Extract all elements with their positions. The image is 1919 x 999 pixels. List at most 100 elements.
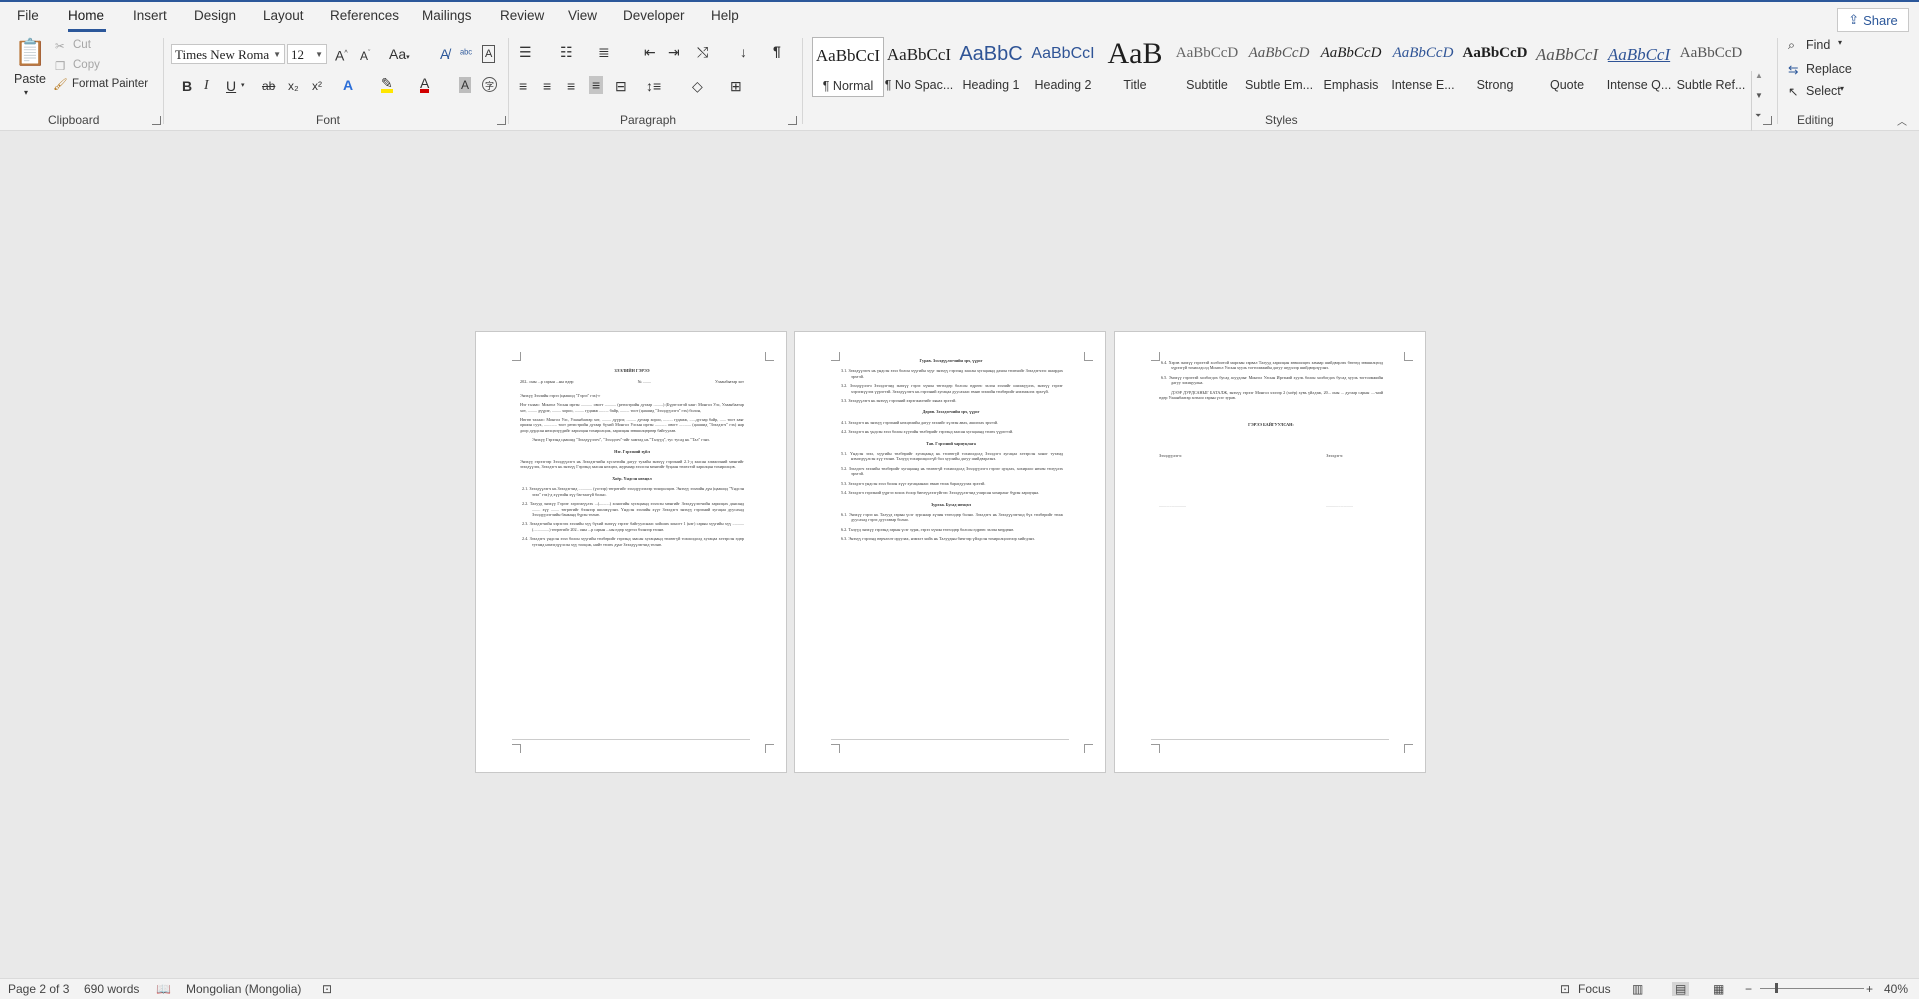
justify-icon[interactable]: ≡ [589, 76, 604, 94]
tab-developer[interactable]: Developer [623, 8, 685, 23]
distributed-icon[interactable]: ⊟ [615, 78, 627, 94]
phonetic-guide-icon[interactable]: ᵃᵇᶜ [460, 46, 472, 62]
copy-button[interactable]: Copy [73, 59, 100, 71]
text-effects-icon[interactable]: A [343, 77, 353, 93]
chevron-down-icon[interactable]: ▼ [1755, 91, 1763, 100]
document-page-3[interactable]: 6.4. Хэрэв энэхүү гэрээтэй холбоотой мар… [1114, 331, 1426, 773]
tab-view[interactable]: View [568, 8, 597, 23]
subscript-button[interactable]: x₂ [288, 78, 299, 94]
character-shading-icon[interactable]: A [459, 77, 472, 93]
tab-file[interactable]: File [17, 8, 39, 23]
multilevel-list-icon[interactable]: ≣ [598, 44, 610, 60]
accessibility-icon[interactable]: ⊡ [322, 982, 332, 996]
select-button[interactable]: Select [1806, 84, 1841, 98]
crop-mark [512, 352, 521, 361]
align-right-icon[interactable]: ≡ [567, 78, 575, 94]
style-name: Title [1123, 78, 1147, 92]
clear-formatting-icon[interactable]: A̸ [440, 46, 449, 62]
line-spacing-icon[interactable]: ↕≡ [646, 78, 661, 94]
clause: 6.1. Энэхүү гэрээ нь Талууд гарын үсэг з… [841, 511, 1063, 523]
paragraph-launcher-icon[interactable] [788, 116, 797, 125]
tab-design[interactable]: Design [194, 8, 236, 23]
style-intense-quote[interactable]: AaBbCcI Intense Q... [1604, 37, 1674, 95]
style-normal[interactable]: AaBbCcI ¶ Normal [812, 37, 884, 97]
replace-button[interactable]: Replace [1806, 62, 1852, 76]
style-title[interactable]: AaB Title [1100, 37, 1170, 95]
superscript-button[interactable]: x² [312, 78, 322, 94]
paste-button[interactable]: Paste [14, 72, 46, 86]
style-subtle-reference[interactable]: AaBbCcD Subtle Ref... [1676, 37, 1746, 95]
format-painter-button[interactable]: Format Painter [72, 78, 148, 90]
collapse-ribbon-icon[interactable]: ︿ [1897, 113, 1907, 128]
language-indicator[interactable]: Mongolian (Mongolia) [186, 982, 301, 996]
web-layout-icon[interactable]: ▦ [1713, 982, 1724, 996]
style-quote[interactable]: AaBbCcI Quote [1532, 37, 1602, 95]
bold-button[interactable]: B [182, 78, 192, 94]
bullets-icon[interactable]: ☰ [519, 44, 532, 60]
document-page-2[interactable]: Гурав. Зээлдүүлэгчийн эрх, үүрэг 3.1. Зэ… [794, 331, 1106, 773]
font-size-select[interactable]: 12 ▼ [287, 44, 327, 64]
style-strong[interactable]: AaBbCcD Strong [1460, 37, 1530, 95]
more-styles-icon[interactable]: ⏷ [1755, 111, 1761, 121]
tab-home[interactable]: Home [68, 8, 104, 23]
zoom-level[interactable]: 40% [1884, 982, 1908, 996]
find-button[interactable]: Find [1806, 38, 1830, 52]
paste-dropdown-icon[interactable]: ▾ [24, 88, 28, 97]
borders-icon[interactable]: ⊞ [730, 78, 742, 94]
style-heading-1[interactable]: AaBbC Heading 1 [956, 37, 1026, 95]
font-color-icon[interactable]: A [420, 76, 430, 93]
highlight-icon[interactable]: ✎ [381, 76, 393, 93]
chevron-up-icon[interactable]: ▲ [1755, 71, 1763, 80]
italic-button[interactable]: I [204, 78, 209, 94]
shrink-font-icon[interactable]: Aˇ [360, 46, 370, 64]
tab-mailings[interactable]: Mailings [422, 8, 472, 23]
read-mode-icon[interactable]: ▥ [1632, 982, 1643, 996]
focus-button[interactable]: Focus [1578, 982, 1611, 996]
strikethrough-button[interactable]: ab [262, 78, 275, 94]
zoom-in-icon[interactable]: + [1866, 982, 1873, 996]
word-count[interactable]: 690 words [84, 982, 139, 996]
style-intense-emphasis[interactable]: AaBbCcD Intense E... [1388, 37, 1458, 95]
proofing-icon[interactable]: 📖 [156, 982, 171, 996]
enclose-characters-icon[interactable]: 字 [482, 77, 497, 92]
tab-review[interactable]: Review [500, 8, 544, 23]
page-count[interactable]: Page 2 of 3 [8, 982, 69, 996]
chevron-down-icon[interactable]: ▾ [241, 78, 245, 94]
sort-icon[interactable]: ↓ [740, 44, 747, 60]
chevron-down-icon[interactable]: ▾ [1838, 38, 1842, 47]
shading-icon[interactable]: ◇ [692, 78, 703, 94]
tab-references[interactable]: References [330, 8, 399, 23]
tab-layout[interactable]: Layout [263, 8, 304, 23]
style-subtitle[interactable]: AaBbCcD Subtitle [1172, 37, 1242, 95]
cut-button[interactable]: Cut [73, 39, 91, 51]
style-subtle-emphasis[interactable]: AaBbCcD Subtle Em... [1244, 37, 1314, 95]
zoom-out-icon[interactable]: − [1745, 982, 1752, 996]
align-center-icon[interactable]: ≡ [543, 78, 551, 94]
style-heading-2[interactable]: AaBbCcI Heading 2 [1028, 37, 1098, 95]
styles-launcher-icon[interactable] [1763, 116, 1772, 125]
change-case-button[interactable]: Aa▾ [389, 46, 410, 66]
character-border-icon[interactable]: A [482, 45, 496, 63]
style-emphasis[interactable]: AaBbCcD Emphasis [1316, 37, 1386, 95]
numbering-icon[interactable]: ☷ [560, 44, 573, 60]
paste-icon[interactable]: 📋 [14, 38, 46, 66]
grow-font-icon[interactable]: A^ [335, 46, 348, 64]
tab-help[interactable]: Help [711, 8, 739, 23]
show-formatting-icon[interactable]: ¶ [773, 43, 781, 59]
underline-button[interactable]: U [226, 78, 236, 94]
clipboard-launcher-icon[interactable] [152, 116, 161, 125]
text-direction-icon[interactable]: ⤭ [697, 44, 708, 60]
tab-insert[interactable]: Insert [133, 8, 167, 23]
align-left-icon[interactable]: ≡ [519, 78, 527, 94]
font-launcher-icon[interactable] [497, 116, 506, 125]
share-button[interactable]: ⇪ Share [1837, 8, 1909, 32]
decrease-indent-icon[interactable]: ⇤ [644, 44, 656, 60]
chevron-down-icon[interactable]: ▾ [1840, 84, 1844, 93]
zoom-slider-thumb[interactable] [1775, 983, 1778, 993]
section-heading: Хоёр. Үндсэн нөхцөл [612, 475, 652, 481]
print-layout-icon[interactable]: ▤ [1672, 982, 1690, 996]
increase-indent-icon[interactable]: ⇥ [668, 44, 680, 60]
document-page-1[interactable]: ЗЭЭЛИЙН ГЭРЭЭ 202.. оны ...р сарын ...ны… [475, 331, 787, 773]
font-name-select[interactable]: Times New Roma ▼ [171, 44, 285, 64]
style-no-spacing[interactable]: AaBbCcI ¶ No Spac... [884, 37, 954, 95]
